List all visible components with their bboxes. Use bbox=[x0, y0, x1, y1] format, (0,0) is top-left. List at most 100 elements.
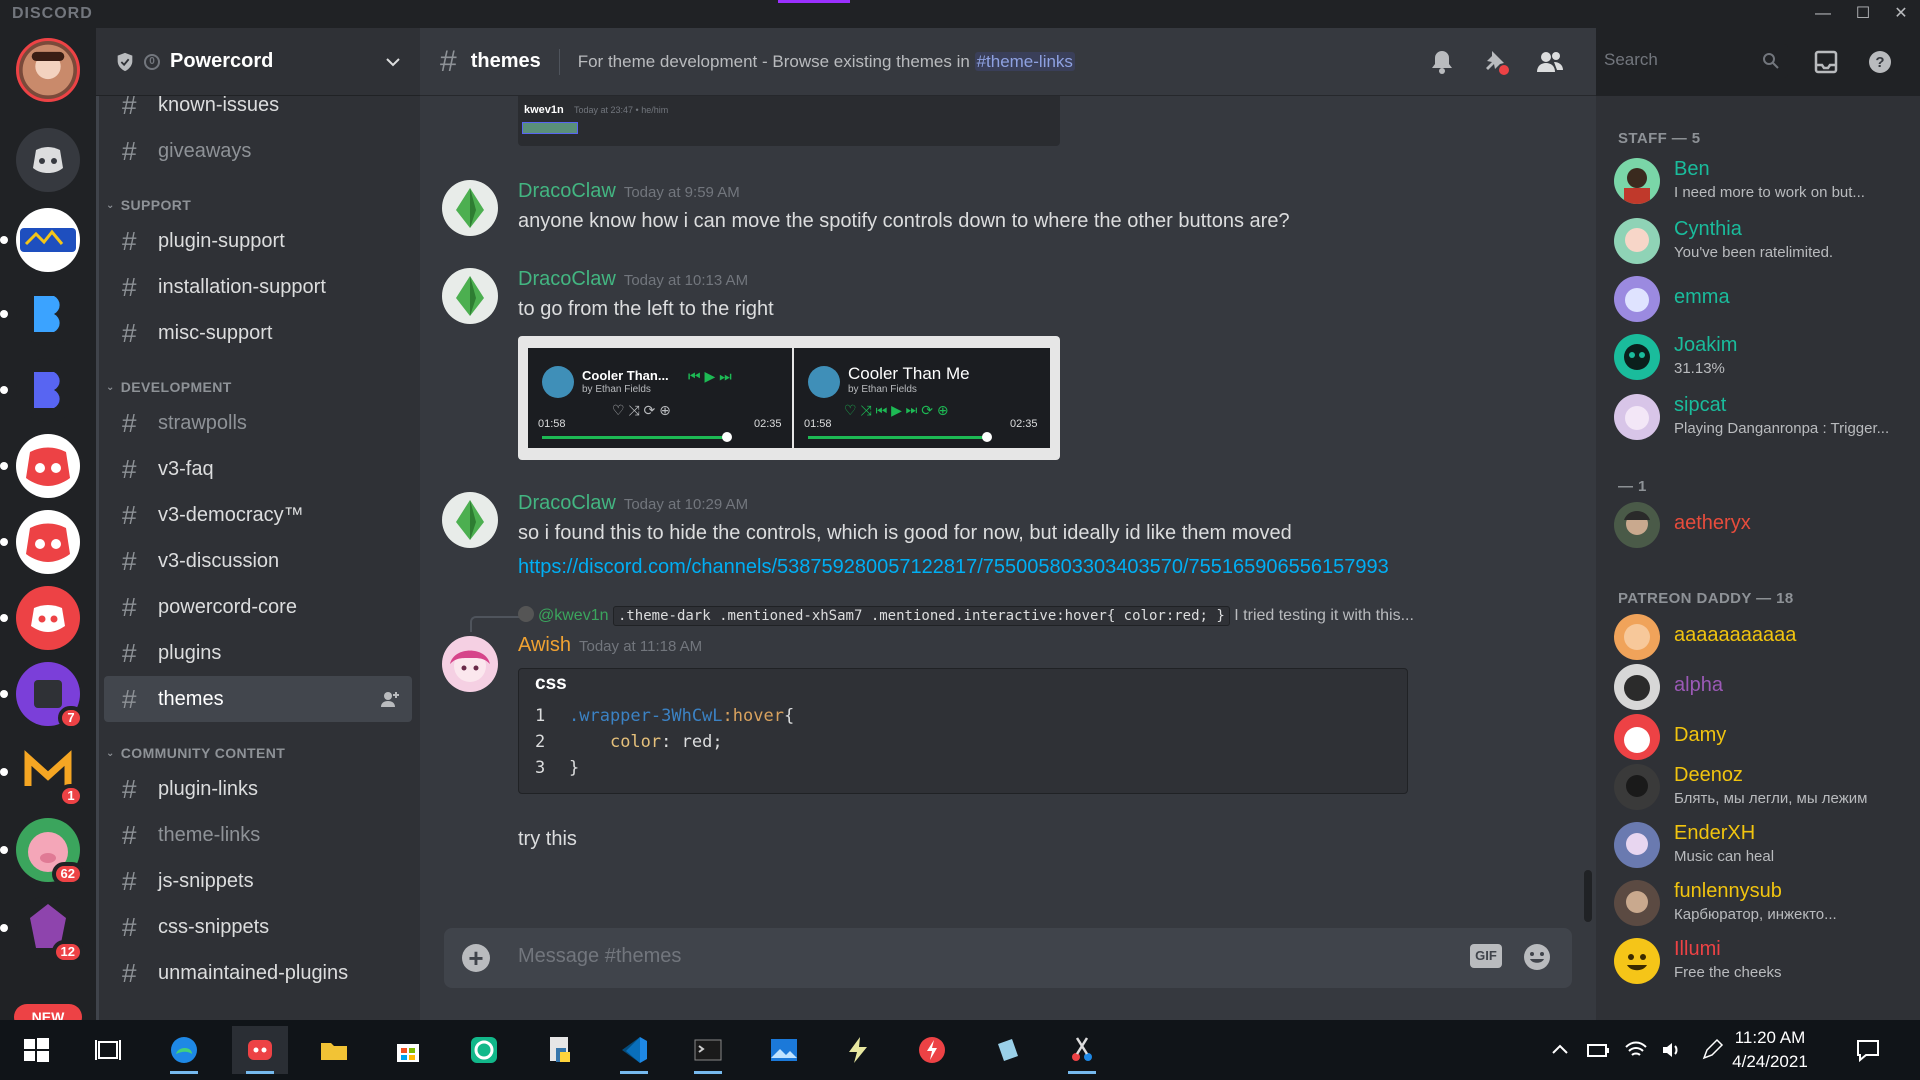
battery-icon[interactable] bbox=[1586, 1038, 1610, 1062]
taskbar-photos[interactable] bbox=[756, 1026, 812, 1074]
close-button[interactable]: ✕ bbox=[1884, 2, 1918, 26]
preview-image-strip[interactable]: kwev1n Today at 23:47 • he/him bbox=[518, 96, 1060, 146]
channel-plugin-support[interactable]: # plugin-support bbox=[104, 218, 412, 264]
avatar[interactable] bbox=[442, 180, 498, 236]
channel-plugin-links[interactable]: # plugin-links bbox=[104, 766, 412, 812]
member-item[interactable]: aaaaaaaaaaa bbox=[1614, 610, 1914, 666]
task-view-button[interactable] bbox=[80, 1026, 136, 1074]
gif-button[interactable]: GIF bbox=[1470, 944, 1502, 968]
taskbar-snip[interactable] bbox=[1054, 1026, 1110, 1074]
message-link[interactable]: https://discord.com/channels/53875928005… bbox=[518, 556, 1389, 579]
wifi-icon[interactable] bbox=[1624, 1038, 1648, 1062]
member-item[interactable]: funlennysub Карбюратор, инжекто... bbox=[1614, 876, 1914, 932]
discord-canary-icon bbox=[248, 1040, 272, 1060]
channel-installation-support[interactable]: # installation-support bbox=[104, 264, 412, 310]
chat-scrollbar[interactable] bbox=[1584, 870, 1592, 922]
server-icon-b-blue[interactable] bbox=[0, 358, 80, 422]
channel-unmaintained-plugins[interactable]: # unmaintained-plugins bbox=[104, 950, 412, 996]
channel-known-issues[interactable]: # known-issues bbox=[104, 82, 412, 128]
channel-v3-democracy[interactable]: # v3-democracy™ bbox=[104, 492, 412, 538]
message-author[interactable]: Awish Today at 11:18 AM bbox=[518, 634, 702, 657]
server-icon-virus-1[interactable] bbox=[0, 434, 80, 498]
system-clock[interactable]: 11:20 AM 4/24/2021 bbox=[1722, 1026, 1818, 1074]
server-icon-sonic[interactable] bbox=[0, 208, 80, 272]
taskbar-python[interactable] bbox=[532, 1026, 588, 1074]
taskbar-vscode[interactable] bbox=[606, 1026, 662, 1074]
taskbar-red-app[interactable] bbox=[904, 1026, 960, 1074]
help-icon[interactable]: ? bbox=[1866, 48, 1894, 76]
channel-v3-faq[interactable]: # v3-faq bbox=[104, 446, 412, 492]
avatar[interactable] bbox=[442, 492, 498, 548]
minimize-button[interactable]: — bbox=[1806, 2, 1840, 26]
category-community-content[interactable]: ⌄ COMMUNITY CONTENT bbox=[96, 722, 420, 766]
taskbar-store[interactable] bbox=[380, 1026, 436, 1074]
channel-theme-links[interactable]: # theme-links bbox=[104, 812, 412, 858]
message-author[interactable]: DracoClaw Today at 10:29 AM bbox=[518, 492, 748, 515]
server-icon-m[interactable]: 1 bbox=[0, 740, 84, 808]
emoji-icon[interactable] bbox=[1522, 942, 1552, 972]
member-list-icon[interactable] bbox=[1536, 48, 1564, 76]
member-item[interactable]: EnderXH Music can heal bbox=[1614, 818, 1914, 874]
category-label: DEVELOPMENT bbox=[120, 379, 232, 395]
pin-icon[interactable] bbox=[1482, 48, 1510, 76]
message-author[interactable]: DracoClaw Today at 10:13 AM bbox=[518, 268, 748, 291]
message-composer[interactable]: + Message #themes GIF bbox=[444, 928, 1572, 988]
channel-themes[interactable]: # themes bbox=[104, 676, 412, 722]
volume-icon[interactable] bbox=[1660, 1038, 1684, 1062]
channel-strawpolls[interactable]: # strawpolls bbox=[104, 400, 412, 446]
notification-center-icon[interactable] bbox=[1854, 1036, 1882, 1064]
member-item[interactable]: Joakim 31.13% bbox=[1614, 330, 1914, 386]
member-item[interactable]: sipcat Playing Danganronpa : Trigger... bbox=[1614, 390, 1914, 446]
channel-js-snippets[interactable]: # js-snippets bbox=[104, 858, 412, 904]
taskbar-app-p[interactable] bbox=[456, 1026, 512, 1074]
topic-channel-link[interactable]: #theme-links bbox=[974, 51, 1075, 71]
server-icon-gem[interactable]: 12 bbox=[0, 896, 84, 964]
bell-icon[interactable] bbox=[1428, 48, 1456, 76]
taskbar-terminal[interactable] bbox=[680, 1026, 736, 1074]
add-attachment-icon[interactable]: + bbox=[462, 944, 490, 972]
server-icon-pig[interactable]: 62 bbox=[0, 818, 84, 886]
inbox-icon[interactable] bbox=[1812, 48, 1840, 76]
channel-plugins[interactable]: # plugins bbox=[104, 630, 412, 676]
home-button[interactable] bbox=[16, 128, 80, 192]
member-item[interactable]: emma bbox=[1614, 272, 1914, 328]
taskbar-file-explorer[interactable] bbox=[306, 1026, 362, 1074]
channel-powercord-core[interactable]: # powercord-core bbox=[104, 584, 412, 630]
image-attachment[interactable]: Cooler Than... by Ethan Fields ⏮ ▶ ⏭ ♡ ⤨… bbox=[518, 336, 1060, 460]
taskbar-lightning[interactable] bbox=[830, 1026, 886, 1074]
taskbar-glass-app[interactable] bbox=[980, 1026, 1036, 1074]
new-badge[interactable]: NEW bbox=[14, 1004, 82, 1020]
taskbar-edge[interactable] bbox=[156, 1026, 212, 1074]
member-item[interactable]: Damy bbox=[1614, 710, 1914, 766]
member-item[interactable]: Ben I need more to work on but... bbox=[1614, 154, 1914, 210]
category-development[interactable]: ⌄ DEVELOPMENT bbox=[96, 356, 420, 400]
avatar[interactable] bbox=[442, 636, 498, 692]
chevron-down-icon[interactable] bbox=[384, 53, 402, 71]
channel-v3-discussion[interactable]: # v3-discussion bbox=[104, 538, 412, 584]
taskbar-discord[interactable] bbox=[232, 1026, 288, 1074]
message-author[interactable]: DracoClaw Today at 9:59 AM bbox=[518, 180, 740, 203]
channel-giveaways[interactable]: # giveaways bbox=[104, 128, 412, 174]
chevron-up-icon[interactable] bbox=[1548, 1038, 1572, 1062]
server-icon-purple[interactable]: 7 bbox=[0, 662, 84, 730]
server-icon-b3[interactable] bbox=[0, 282, 80, 346]
avatar[interactable] bbox=[442, 268, 498, 324]
reply-preview[interactable]: @kwev1n .theme-dark .mentioned-xhSam7 .m… bbox=[518, 606, 1414, 626]
server-icon-discord-red[interactable] bbox=[0, 586, 80, 650]
member-item[interactable]: Illumi Free the cheeks bbox=[1614, 934, 1914, 990]
search-input[interactable]: Search bbox=[1596, 44, 1788, 78]
channel-css-snippets[interactable]: # css-snippets bbox=[104, 904, 412, 950]
channel-misc-support[interactable]: # misc-support bbox=[104, 310, 412, 356]
server-icon-powercord[interactable] bbox=[16, 38, 80, 102]
code-block[interactable]: css 1 .wrapper-3WhCwL:hover{ 2 color: red… bbox=[518, 668, 1408, 794]
pen-icon[interactable] bbox=[1700, 1038, 1724, 1062]
category-support[interactable]: ⌄ SUPPORT bbox=[96, 174, 420, 218]
server-icon-virus-2[interactable] bbox=[0, 510, 80, 574]
member-item[interactable]: Deenoz Блять, мы легли, мы лежим bbox=[1614, 760, 1914, 816]
start-button[interactable] bbox=[8, 1026, 64, 1074]
maximize-button[interactable]: ☐ bbox=[1846, 2, 1880, 26]
member-item[interactable]: aetheryx bbox=[1614, 498, 1914, 554]
member-item[interactable]: alpha bbox=[1614, 660, 1914, 716]
create-invite-icon[interactable] bbox=[380, 689, 400, 709]
member-item[interactable]: Cynthia You've been ratelimited. bbox=[1614, 214, 1914, 270]
